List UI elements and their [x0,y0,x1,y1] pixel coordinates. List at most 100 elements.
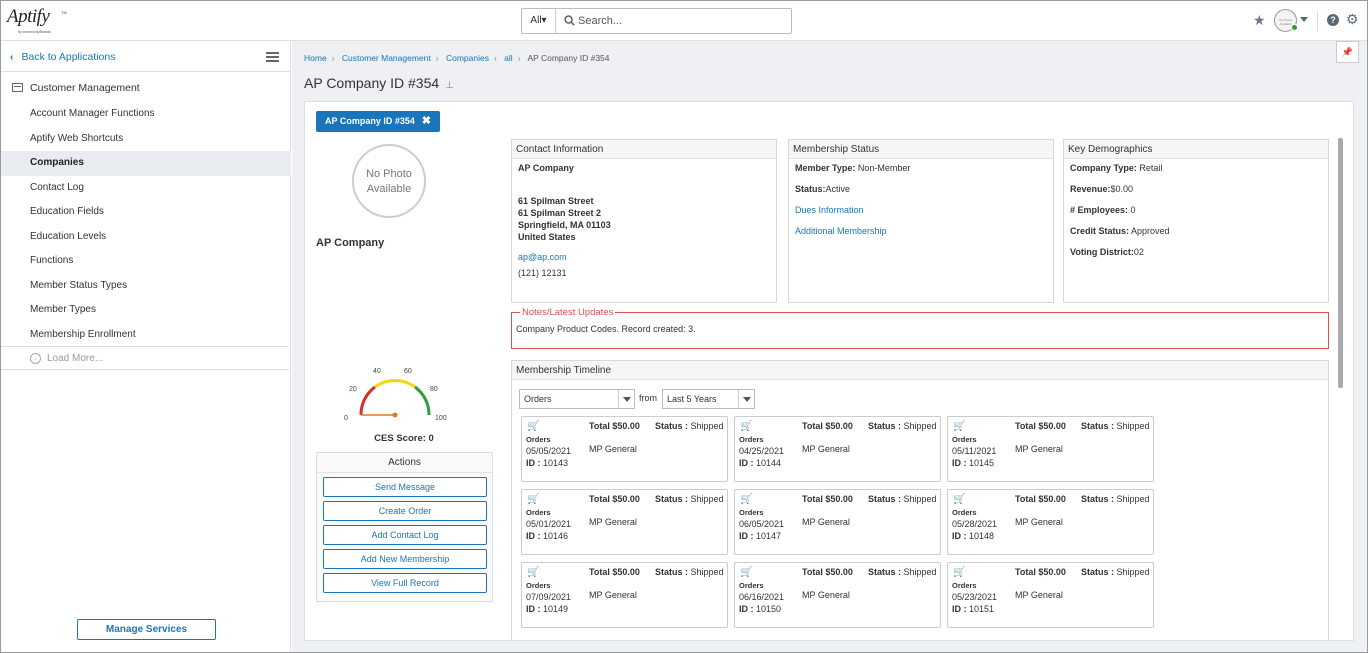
company-type: Company Type: Retail [1070,163,1163,173]
pin-icon: 📌 [1341,47,1354,57]
search-scope-select[interactable]: All▾ [522,9,556,33]
company-name: AP Company [316,237,385,249]
order-id: ID : 10143 [526,458,569,468]
sidebar-item-education-fields[interactable]: Education Fields [1,200,291,225]
order-card[interactable]: 🛒 Orders 06/05/2021 ID : 10147 Total $50.00 S… [734,489,941,555]
cart-icon: 🛒 [527,421,540,432]
order-card[interactable]: 🛒 Orders 05/01/2021 ID : 10146 Total $50.00 S… [521,489,728,555]
cart-icon: 🛒 [740,421,753,432]
sidebar-item-member-types[interactable]: Member Types [1,298,291,323]
help-icon[interactable]: ? [1327,14,1339,26]
order-card[interactable]: 🛒 Orders 04/25/2021 ID : 10144 Total $50.00 S… [734,416,941,482]
card-title: Membership Status [789,140,1053,159]
card-title: Key Demographics [1064,140,1328,159]
main-content: Home › Customer Management › Companies › al… [292,41,1367,652]
gauge-hub [392,412,398,418]
view-full-record-button[interactable]: View Full Record [323,573,487,593]
breadcrumb-customer-management[interactable]: Customer Management [342,53,431,63]
user-avatar[interactable]: No Photo Available [1274,9,1298,32]
breadcrumb-home[interactable]: Home [304,53,327,63]
tab-record[interactable]: AP Company ID #354 ✖ [316,111,440,132]
order-date: 06/16/2021 [739,592,785,602]
search-input[interactable]: Search... [578,9,622,33]
order-status: Status : Shipped [868,567,937,577]
order-card[interactable]: 🛒 Orders 05/23/2021 ID : 10151 Total $50.00 S… [947,562,1154,628]
hamburger-menu-icon[interactable] [266,52,279,62]
sidebar-item-membership-enrollment[interactable]: Membership Enrollment [1,323,291,348]
gear-icon[interactable]: ⚙ [1346,12,1359,26]
sidebar-item-account-manager-functions[interactable]: Account Manager Functions [1,102,291,127]
sidebar-nav: Account Manager Functions Aptify Web Sho… [1,102,291,347]
sidebar-item-functions[interactable]: Functions [1,249,291,274]
send-message-button[interactable]: Send Message [323,477,487,497]
breadcrumb: Home › Customer Management › Companies › al… [304,53,610,63]
aptify-logo[interactable]: Aptify TM by communityBrands [7,6,67,36]
order-total: Total $50.00 [802,421,853,431]
add-contact-log-button[interactable]: Add Contact Log [323,525,487,545]
sidebar-item-companies[interactable]: Companies [1,151,291,176]
timeline-type-select[interactable]: Orders [519,389,635,409]
revenue: Revenue:$0.00 [1070,184,1134,194]
dues-information-link[interactable]: Dues Information [795,205,1047,216]
panel-scrollbar[interactable] [1338,138,1343,388]
order-id: ID : 10147 [739,531,782,541]
order-card[interactable]: 🛒 Orders 07/09/2021 ID : 10149 Total $50.00 S… [521,562,728,628]
order-status: Status : Shipped [1081,494,1150,504]
order-product: MP General [589,444,637,454]
gauge-tick-80: 80 [430,386,438,393]
gauge-tick-20: 20 [349,386,357,393]
order-card[interactable]: 🛒 Orders 05/28/2021 ID : 10148 Total $50.00 S… [947,489,1154,555]
cart-icon: 🛒 [953,494,966,505]
ces-gauge: 0 20 40 60 80 100 [344,368,447,422]
online-status-dot [1291,24,1298,31]
order-date: 05/11/2021 [952,446,997,456]
create-order-button[interactable]: Create Order [323,501,487,521]
order-type: Orders [952,508,977,517]
add-new-membership-button[interactable]: Add New Membership [323,549,487,569]
record-panel: AP Company ID #354 ✖ No Photo Available A… [304,101,1354,641]
contact-information-card: Contact Information AP Company 61 Spilma… [511,139,777,303]
actions-title: Actions [317,453,492,473]
order-date: 05/05/2021 [526,446,572,456]
order-card[interactable]: 🛒 Orders 05/11/2021 ID : 10145 Total $50.00 S… [947,416,1154,482]
module-header[interactable]: Customer Management [12,82,140,94]
sidebar-item-education-levels[interactable]: Education Levels [1,225,291,250]
timeline-range-select[interactable]: Last 5 Years [662,389,755,409]
back-to-applications-link[interactable]: ‹ Back to Applications [10,51,115,63]
order-date: 04/25/2021 [739,446,785,456]
from-label: from [639,393,657,403]
sidebar-item-aptify-web-shortcuts[interactable]: Aptify Web Shortcuts [1,127,291,152]
cart-icon: 🛒 [953,567,966,578]
order-type: Orders [952,581,977,590]
order-date: 05/28/2021 [952,519,998,529]
contact-phone: (121) 12131 [518,268,567,278]
member-type: Member Type: Non-Member [795,163,911,173]
sidebar-item-contact-log[interactable]: Contact Log [1,176,291,201]
order-card[interactable]: 🛒 Orders 05/05/2021 ID : 10143 Total $50.00 S… [521,416,728,482]
order-id: ID : 10150 [739,604,782,614]
favorite-star-icon[interactable]: ★ [1253,13,1266,27]
load-more-button[interactable]: ↓ Load More... [1,346,289,370]
order-date: 06/05/2021 [739,519,785,529]
order-total: Total $50.00 [589,494,640,504]
user-menu-chevron-down-icon[interactable] [1300,17,1308,22]
membership-status-card: Membership Status Member Type: Non-Membe… [788,139,1054,303]
order-total: Total $50.00 [802,567,853,577]
global-search[interactable]: All▾ Search... [521,8,792,34]
close-icon[interactable]: ✖ [422,111,431,132]
manage-services-button[interactable]: Manage Services [77,619,216,640]
breadcrumb-all[interactable]: all [504,53,513,63]
breadcrumb-companies[interactable]: Companies [446,53,489,63]
title-pin-icon[interactable]: ⊥ [445,80,454,91]
order-card[interactable]: 🛒 Orders 06/16/2021 ID : 10150 Total $50.00 S… [734,562,941,628]
pin-button[interactable]: 📌 [1336,41,1359,63]
membership-status: Status:Active [795,184,851,194]
order-total: Total $50.00 [589,421,640,431]
additional-membership-link[interactable]: Additional Membership [795,226,1047,237]
contact-email-link[interactable]: ap@ap.com [518,252,770,262]
sidebar-item-member-status-types[interactable]: Member Status Types [1,274,291,299]
order-id: ID : 10149 [526,604,569,614]
gauge-tick-60: 60 [404,368,412,375]
sidebar: ‹ Back to Applications Customer Managemen… [1,41,291,652]
order-product: MP General [1015,517,1063,527]
